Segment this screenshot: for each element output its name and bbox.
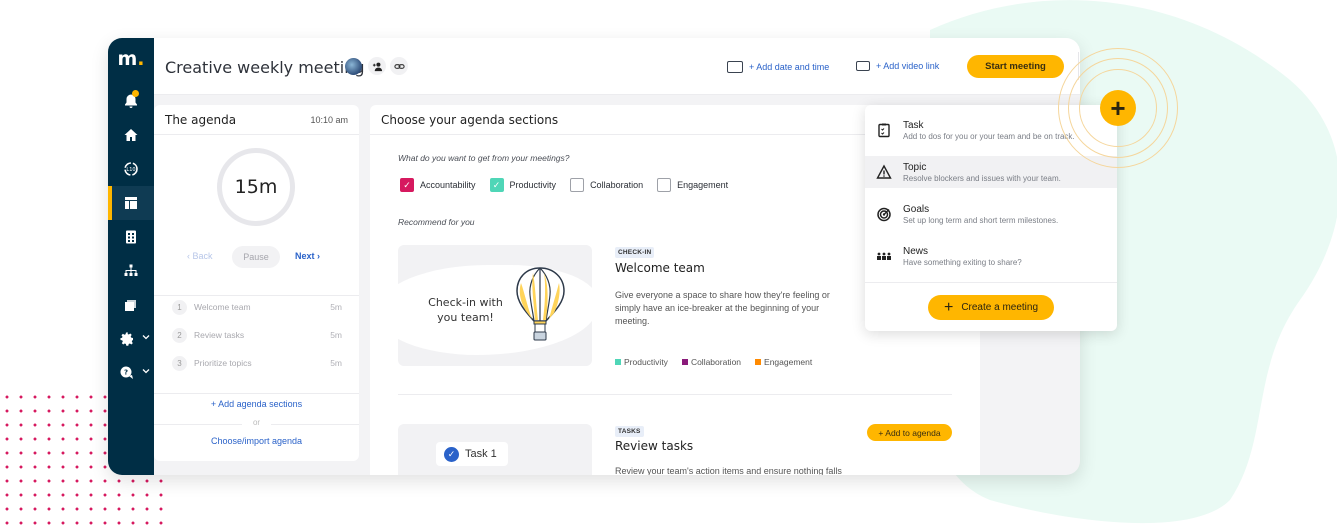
people-group-icon: [877, 252, 891, 260]
tag-collaboration: Collaboration: [681, 357, 741, 367]
card-description: Give everyone a space to share how they'…: [615, 290, 830, 326]
card-category-tag: TASKS: [615, 426, 644, 437]
copy-link-button[interactable]: [390, 57, 408, 75]
notification-badge: [132, 90, 139, 97]
card-description: Review your team's action items and ensu…: [615, 466, 842, 475]
calculator-icon: [126, 230, 136, 244]
app-logo[interactable]: m.: [108, 48, 154, 70]
choose-import-agenda-link[interactable]: Choose/import agenda: [154, 436, 359, 446]
checkbox-accountability[interactable]: ✓ Accountability: [400, 178, 476, 192]
sidebar-item-notifications[interactable]: [108, 84, 154, 118]
calendar-icon: [727, 61, 743, 73]
chevron-down-icon: [142, 335, 150, 340]
back-button[interactable]: ‹ Back: [187, 251, 213, 261]
card-image-caption: Check-in with you team!: [428, 296, 503, 324]
add-agenda-sections-link[interactable]: + Add agenda sections: [154, 399, 359, 409]
divider: [865, 282, 1117, 283]
sidebar-item-folders[interactable]: [108, 288, 154, 322]
folders-icon: [125, 300, 136, 311]
goal-checkboxes: ✓ Accountability ✓ Productivity Collabor…: [400, 178, 728, 192]
sidebar-item-home[interactable]: [108, 118, 154, 152]
plus-icon: +: [1110, 93, 1126, 123]
checkbox-collaboration[interactable]: Collaboration: [570, 178, 643, 192]
sidebar-item-l10[interactable]: L10: [108, 152, 154, 186]
timer-display: 15m: [217, 148, 295, 226]
create-meeting-button[interactable]: + Create a meeting: [928, 295, 1054, 320]
menu-item-news[interactable]: News Have something exiting to share?: [865, 240, 1117, 272]
agenda-item[interactable]: 2 Review tasks 5m: [172, 326, 342, 344]
checkbox-checked-icon: ✓: [489, 178, 504, 192]
sidebar-item-calculator[interactable]: [108, 220, 154, 254]
card-title: Review tasks: [615, 439, 694, 453]
add-button[interactable]: +: [1100, 90, 1136, 126]
recommend-label: Recommend for you: [398, 217, 475, 227]
agenda-item[interactable]: 3 Prioritize topics 5m: [172, 354, 342, 372]
checkbox-engagement[interactable]: Engagement: [657, 178, 728, 192]
settings-icon: [120, 332, 133, 346]
add-video-link[interactable]: + Add video link: [856, 61, 939, 71]
svg-text:L10: L10: [126, 167, 135, 173]
video-camera-icon: [856, 61, 870, 71]
checkbox-checked-icon: ✓: [400, 178, 414, 192]
add-to-agenda-button[interactable]: + Add to agenda: [867, 424, 952, 441]
top-bar: Creative weekly meeting + Add date and t…: [154, 38, 1080, 95]
l10-icon: L10: [124, 162, 138, 176]
card-category-tag: CHECK-IN: [615, 247, 655, 258]
fab-container: +: [1058, 48, 1178, 168]
sidebar-item-help[interactable]: ?: [108, 356, 154, 390]
sidebar-item-settings[interactable]: [108, 322, 154, 356]
agenda-panel: The agenda 10:10 am 15m ‹ Back Pause Nex…: [154, 105, 359, 461]
divider: [398, 394, 952, 395]
agenda-time: 10:10 am: [310, 114, 348, 125]
hot-air-balloon-icon: [516, 267, 565, 341]
checkbox-unchecked-icon: [657, 178, 672, 192]
or-separator: or: [154, 418, 359, 427]
clipboard-check-icon: [878, 123, 890, 138]
tag-productivity: Productivity: [615, 357, 668, 367]
start-meeting-button[interactable]: Start meeting: [967, 55, 1064, 78]
agenda-title: The agenda: [165, 112, 237, 127]
help-icon: ?: [120, 366, 133, 379]
org-chart-icon: [124, 264, 138, 276]
sidebar-item-org-chart[interactable]: [108, 254, 154, 288]
next-button[interactable]: Next ›: [295, 251, 320, 261]
divider: [154, 393, 359, 394]
svg-text:?: ?: [124, 369, 128, 377]
home-icon: [124, 129, 138, 141]
link-icon: [393, 63, 405, 69]
chevron-down-icon: [142, 369, 150, 374]
tasks-card-image: ✓ Task 1: [398, 424, 592, 475]
sidebar: m. L10 ?: [108, 38, 154, 475]
agenda-layout-icon: [125, 197, 137, 209]
pause-button[interactable]: Pause: [232, 246, 280, 268]
divider: [154, 295, 359, 296]
menu-item-goals[interactable]: Goals Set up long term and short term mil…: [865, 198, 1117, 230]
add-date-time-link[interactable]: + Add date and time: [727, 61, 829, 73]
check-circle-icon: ✓: [444, 446, 459, 462]
target-icon: [877, 207, 891, 222]
checkbox-unchecked-icon: [570, 178, 585, 192]
add-person-icon: [372, 62, 382, 71]
meeting-title[interactable]: Creative weekly meeting: [165, 58, 365, 77]
task-chip: ✓ Task 1: [436, 442, 508, 466]
add-participant-button[interactable]: [368, 57, 386, 75]
plus-icon: +: [943, 298, 954, 316]
sidebar-item-agenda[interactable]: [108, 186, 154, 220]
goals-question: What do you want to get from your meetin…: [398, 153, 570, 163]
agenda-item[interactable]: 1 Welcome team 5m: [172, 298, 342, 316]
tag-engagement: Engagement: [755, 357, 812, 367]
checkbox-productivity[interactable]: ✓ Productivity: [489, 178, 556, 192]
card-title: Welcome team: [615, 261, 705, 275]
checkin-card-image: Check-in with you team!: [398, 245, 592, 366]
card-tags: Productivity Collaboration Engagement: [615, 357, 812, 367]
avatar[interactable]: [345, 58, 362, 75]
warning-triangle-icon: [876, 164, 892, 179]
